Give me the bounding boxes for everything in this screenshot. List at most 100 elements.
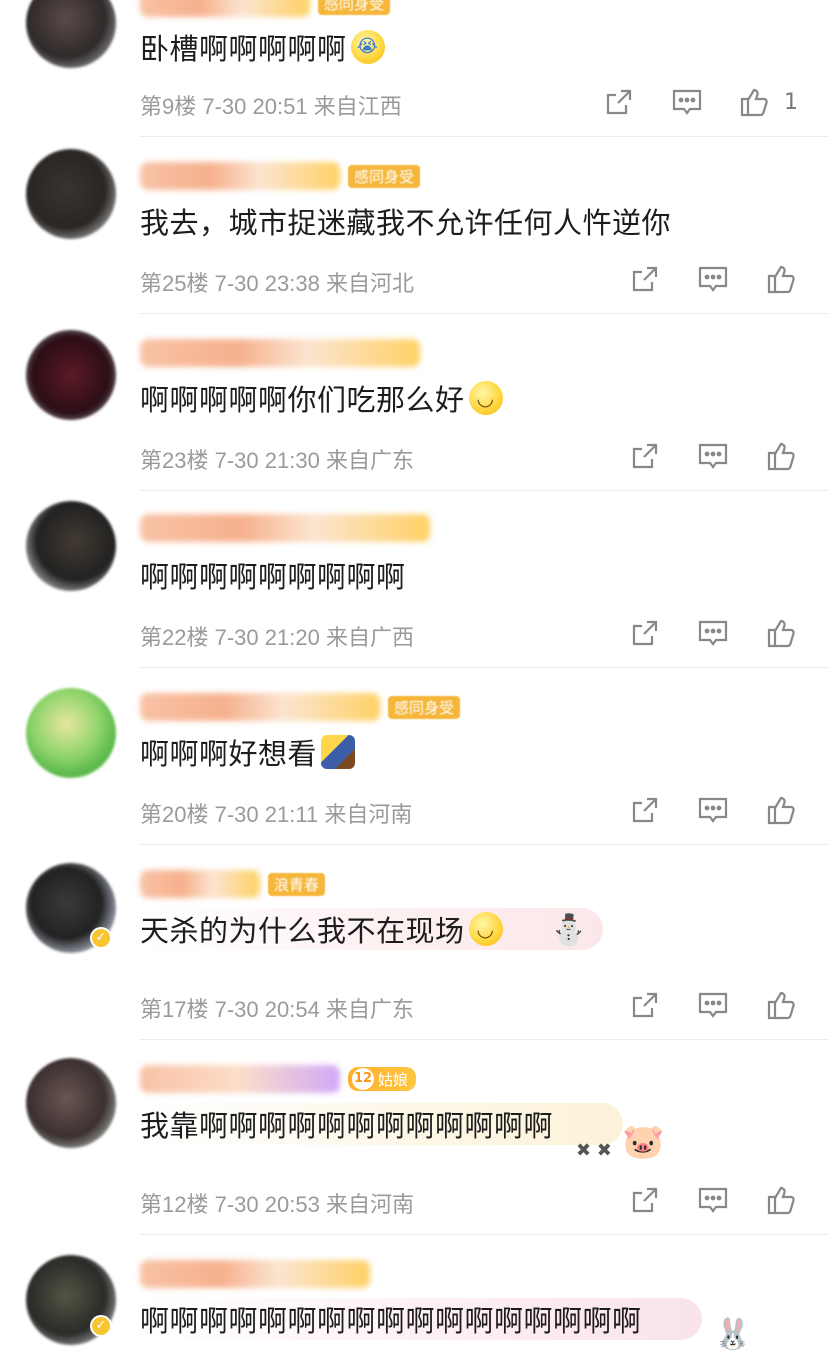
comment-actions <box>628 793 798 827</box>
username-row[interactable] <box>140 511 430 545</box>
comment-bubble-piglet: 我靠啊啊啊啊啊啊啊啊啊啊啊啊 <box>140 1103 624 1145</box>
comment-text: 啊啊啊啊啊你们吃那么好 ◡ <box>140 377 503 419</box>
floor-number: 第20楼 <box>140 802 209 827</box>
username-row[interactable]: 感同身受 <box>140 0 391 20</box>
like-count: 1 <box>784 89 798 115</box>
comment-time: 7-30 21:11 <box>214 802 319 827</box>
divider <box>140 1234 828 1235</box>
username-blurred[interactable] <box>140 1065 340 1093</box>
comment-location: 来自河南 <box>325 1192 414 1217</box>
username-blurred[interactable] <box>140 514 430 542</box>
comment-text-label: 啊啊啊好想看 <box>140 737 318 771</box>
comment-location: 来自广东 <box>325 448 414 473</box>
floor-number: 第22楼 <box>140 625 209 650</box>
avatar[interactable] <box>26 688 116 778</box>
divider <box>140 667 828 668</box>
comment-text-label: 我靠啊啊啊啊啊啊啊啊啊啊啊啊 <box>140 1109 554 1143</box>
avatar[interactable] <box>26 149 116 239</box>
floor-number: 第17楼 <box>140 997 209 1022</box>
username-blurred[interactable] <box>140 693 380 721</box>
comment-icon[interactable] <box>696 439 730 473</box>
fan-level-badge: 12 姑娘 <box>348 1067 417 1091</box>
smile-icon: ◡ <box>468 912 503 946</box>
close-icon: ✖ ✖ <box>576 1140 612 1161</box>
username-row[interactable]: 感同身受 <box>140 690 461 724</box>
share-icon[interactable] <box>628 616 662 650</box>
comment-text: 我去，城市捉迷藏我不允许任何人忤逆你 <box>140 200 671 242</box>
comment-text-label: 啊啊啊啊啊啊啊啊啊 <box>140 560 406 594</box>
lying-man-icon <box>321 735 356 769</box>
comment-location: 来自江西 <box>313 94 402 119</box>
avatar[interactable] <box>26 1058 116 1148</box>
divider <box>140 313 828 314</box>
thumbs-up-icon[interactable] <box>764 262 798 296</box>
comment-meta: 第25楼 7-30 23:38 来自河北 <box>140 266 414 298</box>
floor-number: 第12楼 <box>140 1192 209 1217</box>
comment-location: 来自广东 <box>325 997 414 1022</box>
comment-time: 7-30 21:20 <box>214 625 320 650</box>
avatar[interactable] <box>26 330 116 420</box>
comment-time: 7-30 20:53 <box>214 1192 320 1217</box>
username-blurred[interactable] <box>140 339 420 367</box>
username-blurred[interactable] <box>140 0 310 17</box>
username-blurred[interactable] <box>140 1260 370 1288</box>
comment-actions <box>628 262 798 296</box>
comment-text: 卧槽啊啊啊啊啊 😭 <box>140 26 385 68</box>
comment-bubble-snowman: 天杀的为什么我不在现场 ◡ <box>140 908 603 950</box>
avatar[interactable] <box>26 0 116 68</box>
comment-time: 7-30 20:51 <box>202 94 308 119</box>
username-blurred[interactable] <box>140 162 340 190</box>
verified-badge-icon: ✓ <box>90 927 112 949</box>
comment-meta: 第12楼 7-30 20:53 来自河南 <box>140 1187 414 1219</box>
comment-meta: 第23楼 7-30 21:30 来自广东 <box>140 443 414 475</box>
share-icon[interactable] <box>628 1183 662 1217</box>
avatar[interactable] <box>26 501 116 591</box>
username-row[interactable]: 浪青春 <box>140 867 326 901</box>
loudly-crying-face-icon: 😭 <box>350 30 385 64</box>
comment-icon[interactable] <box>696 1183 730 1217</box>
comment-location: 来自河北 <box>325 271 414 296</box>
comment-actions <box>628 988 798 1022</box>
divider <box>140 1039 828 1040</box>
comment-actions <box>628 1183 798 1217</box>
comment-icon[interactable] <box>696 262 730 296</box>
fan-tag: 感同身受 <box>388 695 461 719</box>
thumbs-up-icon[interactable] <box>764 439 798 473</box>
verified-badge-icon: ✓ <box>90 1315 112 1337</box>
username-row[interactable] <box>140 1257 370 1291</box>
comment-meta: 第20楼 7-30 21:11 来自河南 <box>140 797 412 829</box>
comment-meta: 第9楼 7-30 20:51 来自江西 <box>140 89 402 121</box>
divider <box>140 844 828 845</box>
fan-tag: 感同身受 <box>348 164 421 188</box>
comment-text-label: 天杀的为什么我不在现场 <box>140 914 465 948</box>
thumbs-up-icon[interactable] <box>764 616 798 650</box>
fan-level-number: 12 <box>352 1068 374 1090</box>
comment-icon[interactable] <box>696 988 730 1022</box>
comment-text: 啊啊啊好想看 <box>140 731 356 773</box>
thumbs-up-icon[interactable] <box>764 793 798 827</box>
username-row[interactable] <box>140 336 420 370</box>
thumbs-up-icon[interactable] <box>764 1183 798 1217</box>
share-icon[interactable] <box>602 85 636 119</box>
username-row[interactable]: 12 姑娘 <box>140 1062 417 1096</box>
comment-time: 7-30 21:30 <box>214 448 320 473</box>
username-row[interactable]: 感同身受 <box>140 159 421 193</box>
comment-time: 7-30 20:54 <box>214 997 320 1022</box>
comment-text-label: 我去，城市捉迷藏我不允许任何人忤逆你 <box>140 206 672 240</box>
share-icon[interactable] <box>628 793 662 827</box>
comment-text-label: 啊啊啊啊啊啊啊啊啊啊啊啊啊啊啊啊啊 <box>140 1304 642 1338</box>
thumbs-up-icon[interactable] <box>738 86 770 118</box>
share-icon[interactable] <box>628 439 662 473</box>
comment-icon[interactable] <box>696 616 730 650</box>
like-button[interactable]: 1 <box>738 86 798 118</box>
username-blurred[interactable] <box>140 870 260 898</box>
share-icon[interactable] <box>628 988 662 1022</box>
fan-level-label: 姑娘 <box>378 1070 409 1089</box>
comment-icon[interactable] <box>670 85 704 119</box>
comment-actions <box>628 439 798 473</box>
share-icon[interactable] <box>628 262 662 296</box>
thumbs-up-icon[interactable] <box>764 988 798 1022</box>
comment-icon[interactable] <box>696 793 730 827</box>
comment-bubble-bunny: 啊啊啊啊啊啊啊啊啊啊啊啊啊啊啊啊啊 <box>140 1298 702 1340</box>
comment-actions: 1 <box>602 85 798 119</box>
